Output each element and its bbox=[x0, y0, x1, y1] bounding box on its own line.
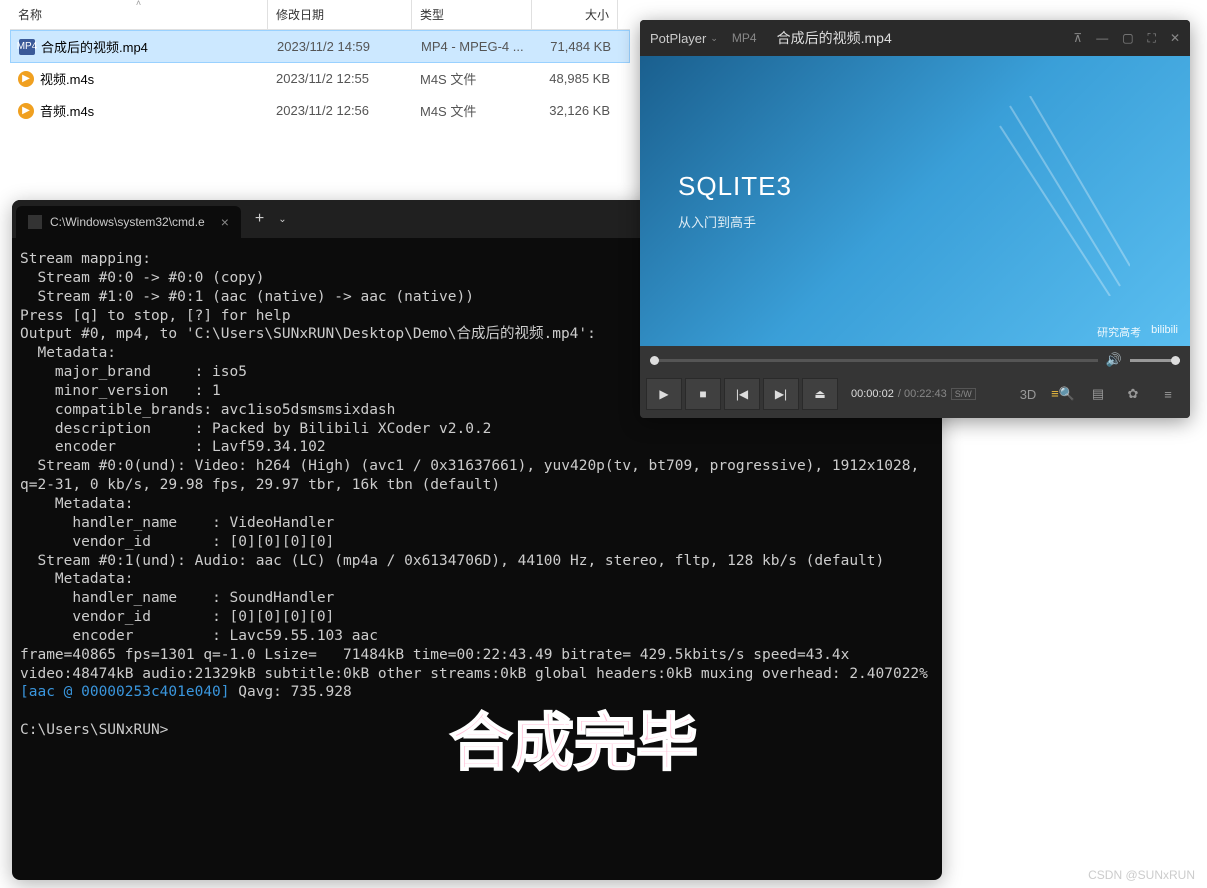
restore-icon[interactable]: ▢ bbox=[1122, 31, 1133, 46]
3d-button[interactable]: 3D bbox=[1012, 378, 1044, 410]
file-date: 2023/11/2 12:56 bbox=[268, 103, 412, 118]
right-controls: 3D ≡🔍 ▤ ✿ ≡ bbox=[1012, 378, 1184, 410]
file-row[interactable]: ▶ 音频.m4s 2023/11/2 12:56M4S 文件32,126 KB bbox=[10, 95, 630, 127]
volume-icon[interactable]: 🔊 bbox=[1106, 352, 1122, 368]
eject-button[interactable]: ⏏ bbox=[802, 378, 838, 410]
settings-icon[interactable]: ✿ bbox=[1117, 378, 1149, 410]
file-type: M4S 文件 bbox=[412, 101, 532, 120]
minimize-icon[interactable]: — bbox=[1096, 31, 1108, 46]
volume-bar[interactable] bbox=[1130, 359, 1180, 362]
page-watermark: CSDN @SUNxRUN bbox=[1088, 868, 1195, 882]
menu-icon[interactable]: ≡ bbox=[1152, 378, 1184, 410]
terminal-tab[interactable]: C:\Windows\system32\cmd.e × bbox=[16, 206, 241, 238]
file-row[interactable]: MP4 合成后的视频.mp4 2023/11/2 14:59MP4 - MPEG-4… bbox=[10, 30, 630, 63]
m4s-file-icon: ▶ bbox=[18, 103, 34, 119]
tab-dropdown-icon[interactable]: ⌄ bbox=[278, 214, 286, 225]
time-display: 00:00:02 / 00:22:43 S/W bbox=[851, 388, 976, 400]
file-row[interactable]: ▶ 视频.m4s 2023/11/2 12:55M4S 文件48,985 KB bbox=[10, 63, 630, 95]
next-button[interactable]: ▶| bbox=[763, 378, 799, 410]
column-type[interactable]: 类型 bbox=[412, 0, 532, 29]
column-size[interactable]: 大小 bbox=[532, 0, 618, 29]
time-current: 00:00:02 bbox=[851, 388, 894, 400]
stop-button[interactable]: ■ bbox=[685, 378, 721, 410]
new-tab-button[interactable]: + bbox=[241, 210, 278, 228]
maximize-icon[interactable]: ⛶ bbox=[1148, 31, 1156, 46]
explorer-header: ˄名称 修改日期 类型 大小 bbox=[10, 0, 630, 30]
overlay-caption: 合成完毕 bbox=[450, 692, 698, 782]
file-type: M4S 文件 bbox=[412, 69, 532, 88]
aac-rest: Qavg: 735.928 bbox=[230, 684, 352, 700]
column-date[interactable]: 修改日期 bbox=[268, 0, 412, 29]
player-filename: 合成后的视频.mp4 bbox=[777, 28, 892, 48]
playlist-icon[interactable]: ▤ bbox=[1082, 378, 1114, 410]
sort-asc-icon: ˄ bbox=[136, 0, 141, 8]
file-size: 32,126 KB bbox=[532, 103, 618, 118]
time-total: 00:22:43 bbox=[904, 388, 947, 400]
potplayer-window: PotPlayer ⌄ MP4 合成后的视频.mp4 ⊼ — ▢ ⛶ ✕ SQL… bbox=[640, 20, 1190, 418]
file-name: 视频.m4s bbox=[40, 69, 94, 88]
progress-row: 🔊 bbox=[640, 346, 1190, 374]
video-subtitle: 从入门到高手 bbox=[678, 212, 1190, 231]
aac-tag: [aac @ 00000253c401e040] bbox=[20, 684, 230, 700]
light-streak-graphic bbox=[990, 96, 1130, 296]
play-button[interactable]: ▶ bbox=[646, 378, 682, 410]
window-controls: ⊼ — ▢ ⛶ ✕ bbox=[1073, 31, 1180, 46]
file-type: MP4 - MPEG-4 ... bbox=[413, 39, 533, 54]
render-mode[interactable]: S/W bbox=[951, 388, 976, 400]
file-name: 音频.m4s bbox=[40, 101, 94, 120]
tab-close-icon[interactable]: × bbox=[221, 214, 229, 230]
file-explorer: ˄名称 修改日期 类型 大小 MP4 合成后的视频.mp4 2023/11/2 14… bbox=[10, 0, 630, 127]
m4s-file-icon: ▶ bbox=[18, 71, 34, 87]
mp4-file-icon: MP4 bbox=[19, 39, 35, 55]
column-name[interactable]: ˄名称 bbox=[10, 0, 268, 29]
file-size: 48,985 KB bbox=[532, 71, 618, 86]
player-controls: ▶ ■ |◀ ▶| ⏏ 00:00:02 / 00:22:43 S/W 3D ≡… bbox=[640, 374, 1190, 418]
pin-icon[interactable]: ⊼ bbox=[1073, 31, 1082, 46]
player-format: MP4 bbox=[732, 31, 757, 45]
terminal-tab-title: C:\Windows\system32\cmd.e bbox=[50, 215, 205, 229]
video-credits: 研究高考 bilibili bbox=[1097, 324, 1178, 340]
file-date: 2023/11/2 14:59 bbox=[269, 39, 413, 54]
video-canvas[interactable]: SQLITE3 从入门到高手 研究高考 bilibili bbox=[640, 56, 1190, 346]
close-icon[interactable]: ✕ bbox=[1170, 31, 1180, 46]
volume-thumb[interactable] bbox=[1171, 356, 1180, 365]
file-date: 2023/11/2 12:55 bbox=[268, 71, 412, 86]
cmd-icon bbox=[28, 215, 42, 229]
seek-thumb[interactable] bbox=[650, 356, 659, 365]
subtitle-search-icon[interactable]: ≡🔍 bbox=[1047, 378, 1079, 410]
file-name: 合成后的视频.mp4 bbox=[41, 37, 148, 56]
file-size: 71,484 KB bbox=[533, 39, 619, 54]
chevron-down-icon: ⌄ bbox=[710, 33, 718, 44]
player-titlebar: PotPlayer ⌄ MP4 合成后的视频.mp4 ⊼ — ▢ ⛶ ✕ bbox=[640, 20, 1190, 56]
player-app-name[interactable]: PotPlayer ⌄ bbox=[650, 31, 718, 46]
seek-bar[interactable] bbox=[650, 359, 1098, 362]
prev-button[interactable]: |◀ bbox=[724, 378, 760, 410]
terminal-prompt: C:\Users\SUNxRUN> bbox=[20, 722, 168, 738]
